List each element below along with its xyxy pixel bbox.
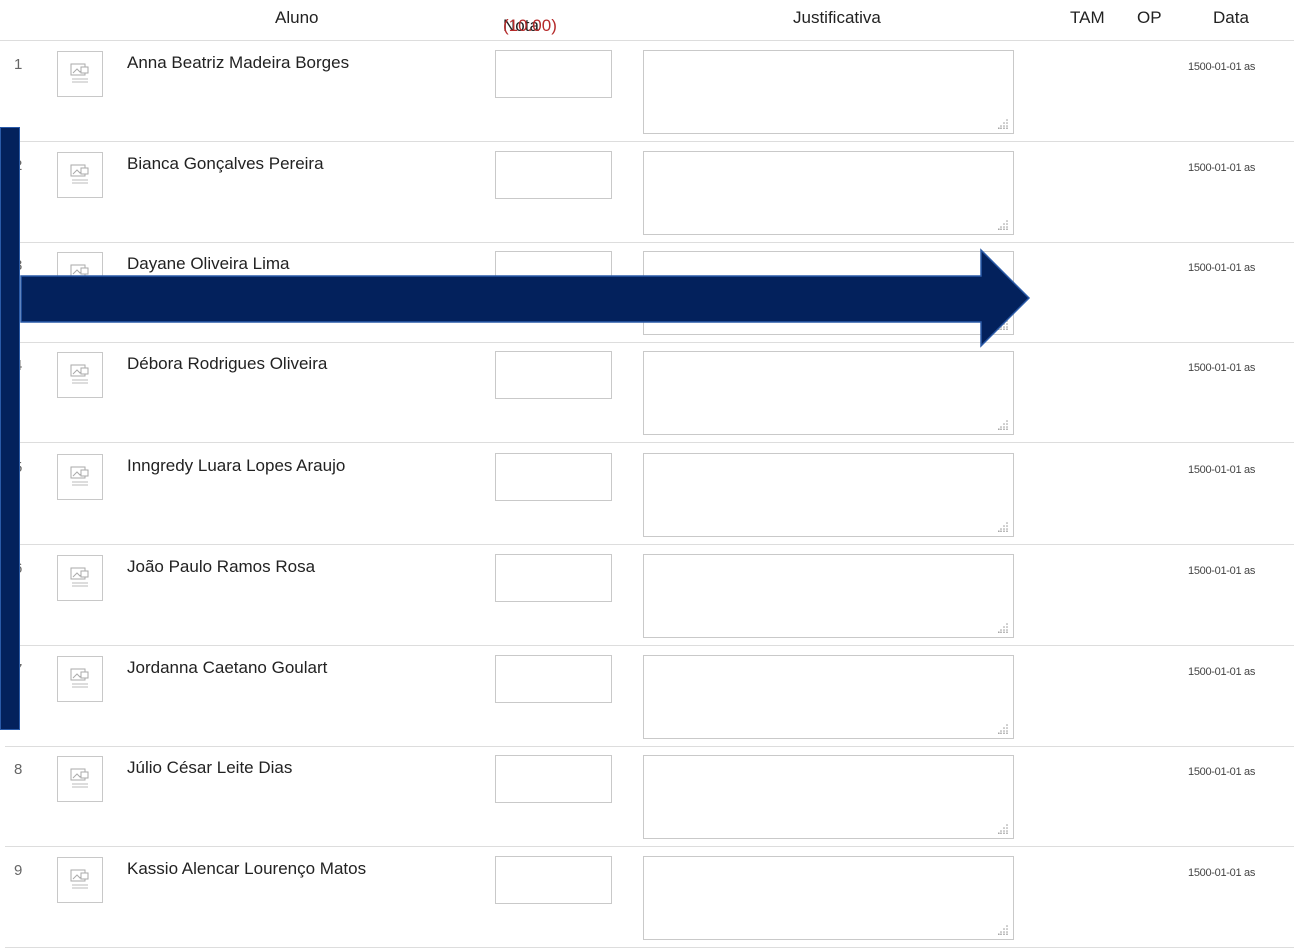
justification-textarea[interactable] [643, 856, 1014, 940]
grade-input[interactable] [495, 351, 612, 399]
student-photo[interactable] [57, 454, 103, 500]
image-placeholder-icon [70, 164, 89, 184]
image-placeholder-icon [70, 668, 89, 688]
justification-textarea[interactable] [643, 453, 1014, 537]
image-placeholder-icon [70, 63, 89, 83]
student-photo[interactable] [57, 756, 103, 802]
row-number: 9 [14, 862, 23, 879]
student-name[interactable]: Bianca Gonçalves Pereira [127, 154, 324, 174]
table-row: 4 Débora Rodrigues Oliveira 1500-01-01 a… [5, 342, 1294, 443]
grade-input[interactable] [495, 50, 612, 98]
column-header-justificativa[interactable]: Justificativa [793, 8, 881, 28]
justification-textarea[interactable] [643, 755, 1014, 839]
student-photo[interactable] [57, 656, 103, 702]
table-row: 9 Kassio Alencar Lourenço Matos 1500-01-… [5, 847, 1294, 948]
student-name[interactable]: Júlio César Leite Dias [127, 758, 292, 778]
student-name[interactable]: Kassio Alencar Lourenço Matos [127, 859, 366, 879]
submission-date: 1500-01-01 as [1188, 565, 1256, 577]
resize-grip-icon[interactable] [998, 119, 1008, 129]
column-header-data[interactable]: Data [1213, 8, 1249, 28]
table-row: 1 Anna Beatriz Madeira Borges 1500-01-01… [5, 41, 1294, 142]
student-name[interactable]: Jordanna Caetano Goulart [127, 658, 327, 678]
nota-max-value: (10.00) [503, 16, 557, 35]
table-row: 2 Bianca Gonçalves Pereira 1500-01-01 as [5, 142, 1294, 243]
resize-grip-icon[interactable] [998, 623, 1008, 633]
submission-date: 1500-01-01 as [1188, 262, 1256, 274]
student-name[interactable]: Débora Rodrigues Oliveira [127, 354, 327, 374]
grade-input[interactable] [495, 453, 612, 501]
grade-input[interactable] [495, 151, 612, 199]
justification-textarea[interactable] [643, 655, 1014, 739]
student-photo[interactable] [57, 152, 103, 198]
arrow-right-overlay [20, 248, 1031, 348]
submission-date: 1500-01-01 as [1188, 162, 1256, 174]
image-placeholder-icon [70, 364, 89, 384]
student-name[interactable]: João Paulo Ramos Rosa [127, 557, 315, 577]
table-row: 7 Jordanna Caetano Goulart 1500-01-01 as [5, 646, 1294, 747]
submission-date: 1500-01-01 as [1188, 61, 1256, 73]
justification-textarea[interactable] [643, 50, 1014, 134]
student-name[interactable]: Inngredy Luara Lopes Araujo [127, 456, 345, 476]
resize-grip-icon[interactable] [998, 522, 1008, 532]
submission-date: 1500-01-01 as [1188, 867, 1256, 879]
row-number: 1 [14, 56, 23, 73]
row-number: 8 [14, 761, 23, 778]
table-row: 8 Júlio César Leite Dias 1500-01-01 as [5, 746, 1294, 847]
image-placeholder-icon [70, 466, 89, 486]
student-photo[interactable] [57, 857, 103, 903]
student-photo[interactable] [57, 51, 103, 97]
table-row: 5 Inngredy Luara Lopes Araujo 1500-01-01… [5, 444, 1294, 545]
image-placeholder-icon [70, 567, 89, 587]
table-header: Aluno Nota (10.00) Justificativa TAM OP … [0, 0, 1294, 41]
justification-textarea[interactable] [643, 351, 1014, 435]
justification-textarea[interactable] [643, 554, 1014, 638]
grade-input[interactable] [495, 655, 612, 703]
table-row: 6 João Paulo Ramos Rosa 1500-01-01 as [5, 545, 1294, 646]
column-header-tam[interactable]: TAM [1070, 8, 1105, 28]
left-overlay-bar [0, 127, 20, 730]
image-placeholder-icon [70, 869, 89, 889]
submission-date: 1500-01-01 as [1188, 666, 1256, 678]
grade-input[interactable] [495, 554, 612, 602]
student-photo[interactable] [57, 555, 103, 601]
student-photo[interactable] [57, 352, 103, 398]
resize-grip-icon[interactable] [998, 925, 1008, 935]
image-placeholder-icon [70, 768, 89, 788]
student-name[interactable]: Anna Beatriz Madeira Borges [127, 53, 349, 73]
resize-grip-icon[interactable] [998, 420, 1008, 430]
grade-input[interactable] [495, 856, 612, 904]
column-header-aluno[interactable]: Aluno [275, 8, 318, 28]
submission-date: 1500-01-01 as [1188, 766, 1256, 778]
justification-textarea[interactable] [643, 151, 1014, 235]
resize-grip-icon[interactable] [998, 724, 1008, 734]
resize-grip-icon[interactable] [998, 220, 1008, 230]
submission-date: 1500-01-01 as [1188, 362, 1256, 374]
resize-grip-icon[interactable] [998, 824, 1008, 834]
grade-input[interactable] [495, 755, 612, 803]
submission-date: 1500-01-01 as [1188, 464, 1256, 476]
column-header-op[interactable]: OP [1137, 8, 1162, 28]
